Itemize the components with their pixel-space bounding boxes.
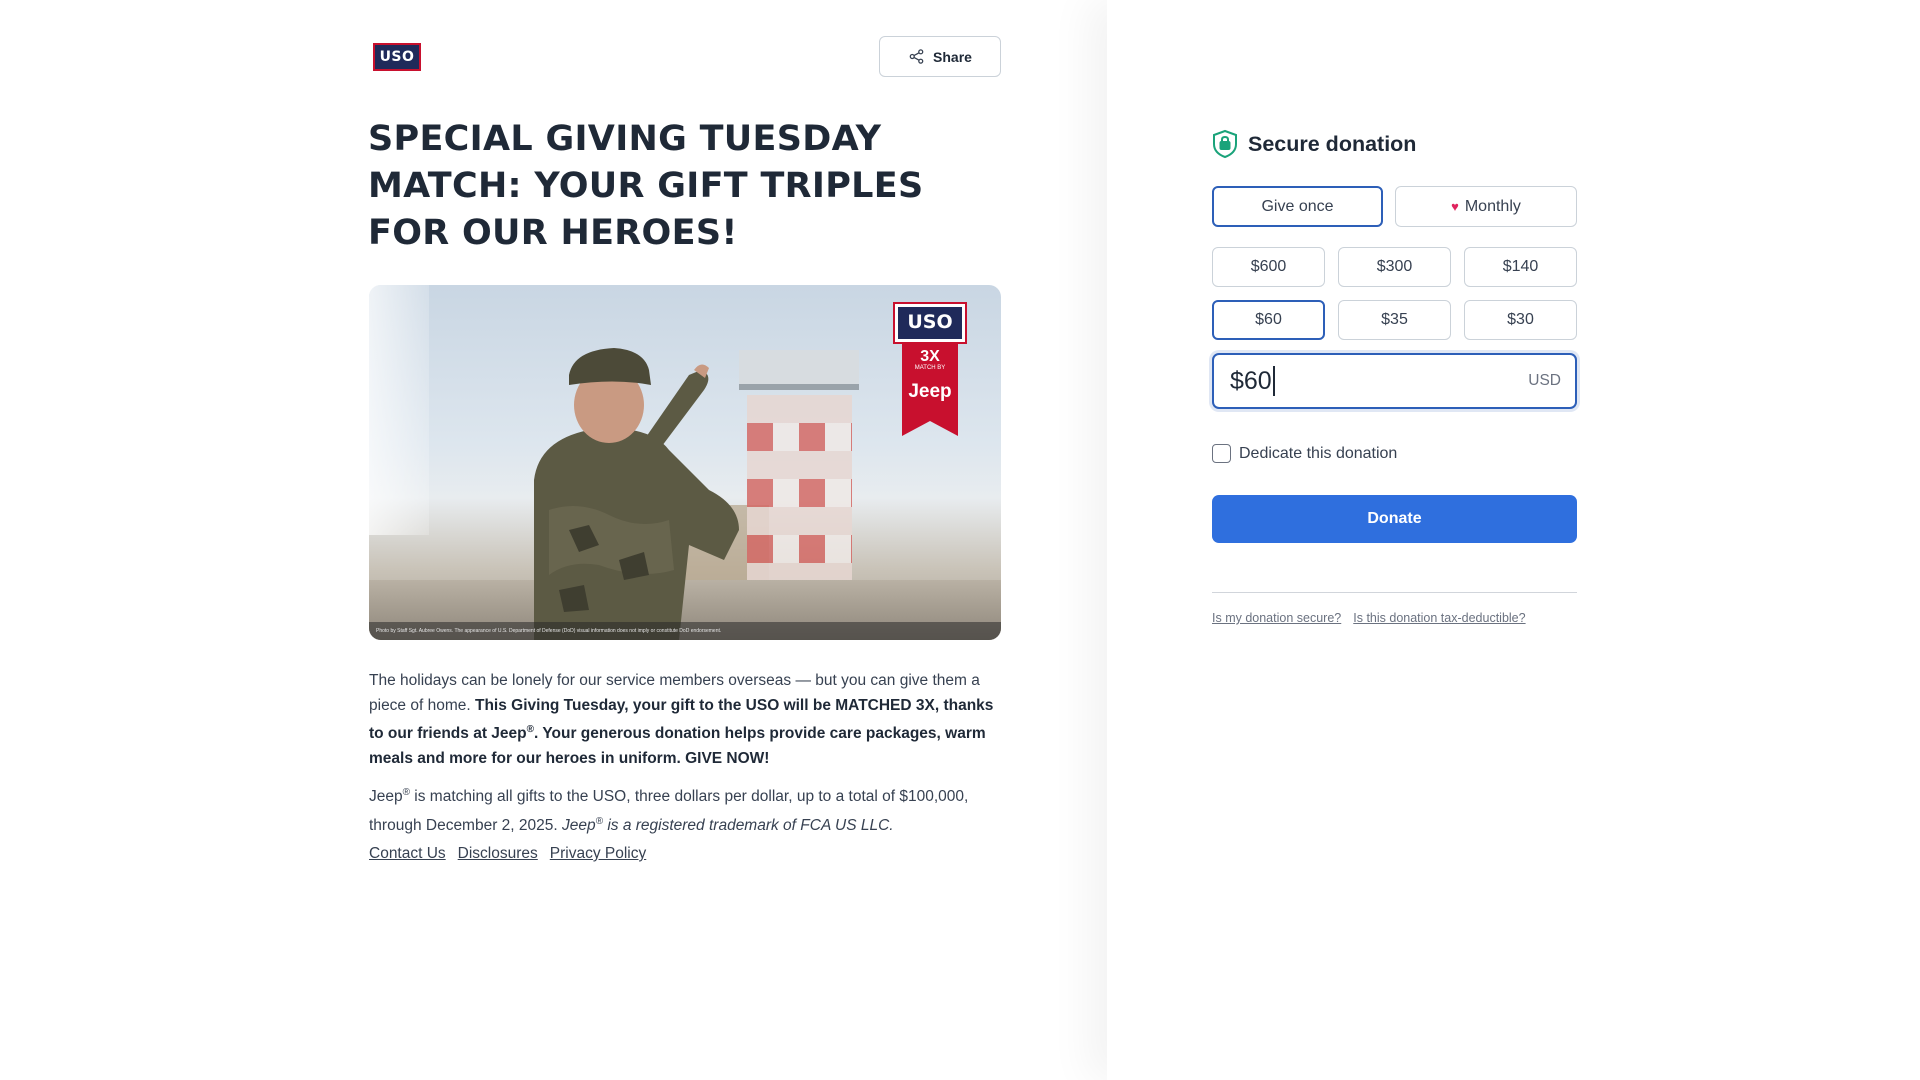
amount-value: $60 — [1230, 366, 1275, 396]
monthly-button[interactable]: ♥ Monthly — [1395, 186, 1577, 227]
intro-paragraph: The holidays can be lonely for our servi… — [369, 669, 1009, 771]
share-label: Share — [933, 48, 972, 65]
heart-icon: ♥ — [1451, 199, 1459, 214]
hero-control-tower — [747, 395, 852, 585]
match-details-paragraph: Jeep® is matching all gifts to the USO, … — [369, 781, 1009, 838]
tax-deductible-link[interactable]: Is this donation tax-deductible? — [1353, 611, 1525, 625]
amount-140-button[interactable]: $140 — [1464, 247, 1577, 287]
share-icon — [909, 49, 924, 64]
shield-lock-icon — [1213, 129, 1237, 159]
secure-donation-label: Secure donation — [1248, 131, 1417, 156]
registered-mark-3: ® — [595, 815, 604, 827]
hero-image: USO 3X MATCH BY Jeep Photo by Staff Sgt.… — [369, 285, 1001, 640]
dedicate-label: Dedicate this donation — [1239, 444, 1398, 462]
help-links: Is my donation secure? Is this donation … — [1212, 611, 1526, 625]
logo-text: USO — [379, 49, 415, 65]
amount-60-button[interactable]: $60 — [1212, 300, 1325, 340]
currency-label: USD — [1528, 372, 1561, 389]
dedicate-option[interactable]: Dedicate this donation — [1212, 444, 1397, 463]
match-jeep: Jeep — [369, 788, 403, 806]
campaign-title: SPECIAL GIVING TUESDAY MATCH: YOUR GIFT … — [368, 119, 924, 253]
disclosures-link[interactable]: Disclosures — [458, 845, 538, 863]
divider — [1212, 592, 1577, 593]
secure-donation-heading: Secure donation — [1211, 129, 1416, 159]
badge-brand: USO — [907, 311, 953, 333]
registered-mark-2: ® — [402, 787, 410, 798]
amount-600-button[interactable]: $600 — [1212, 247, 1325, 287]
amount-300-button[interactable]: $300 — [1338, 247, 1451, 287]
trademark-jeep: Jeep — [562, 816, 596, 834]
donate-button[interactable]: Donate — [1212, 495, 1577, 543]
campaign-pane: USO Share SPECIAL GIVING TUESDAY MATCH: … — [0, 0, 1107, 1080]
saluting-soldier — [534, 348, 739, 640]
hero-background-structure — [369, 285, 429, 535]
amount-30-button[interactable]: $30 — [1464, 300, 1577, 340]
badge-sponsor: Jeep — [908, 381, 952, 402]
badge-match: 3X — [920, 348, 940, 365]
donation-secure-link[interactable]: Is my donation secure? — [1212, 611, 1341, 625]
share-button[interactable]: Share — [879, 36, 1001, 77]
custom-amount-input[interactable]: $60 USD — [1212, 353, 1577, 409]
registered-mark: ® — [526, 724, 534, 735]
give-once-button[interactable]: Give once — [1212, 186, 1383, 227]
contact-us-link[interactable]: Contact Us — [369, 845, 446, 863]
uso-logo[interactable]: USO — [373, 43, 421, 71]
dedicate-checkbox[interactable] — [1212, 444, 1231, 463]
privacy-policy-link[interactable]: Privacy Policy — [550, 845, 646, 863]
monthly-label: Monthly — [1464, 197, 1521, 215]
amount-35-button[interactable]: $35 — [1338, 300, 1451, 340]
badge-match-sub: MATCH BY — [914, 365, 946, 371]
trademark-notice: is a registered trademark of FCA US LLC. — [603, 816, 894, 834]
footer-links: Contact Us Disclosures Privacy Policy — [369, 845, 646, 863]
hero-caption: Photo by Staff Sgt. Aubree Owens. The ap… — [369, 622, 1001, 640]
